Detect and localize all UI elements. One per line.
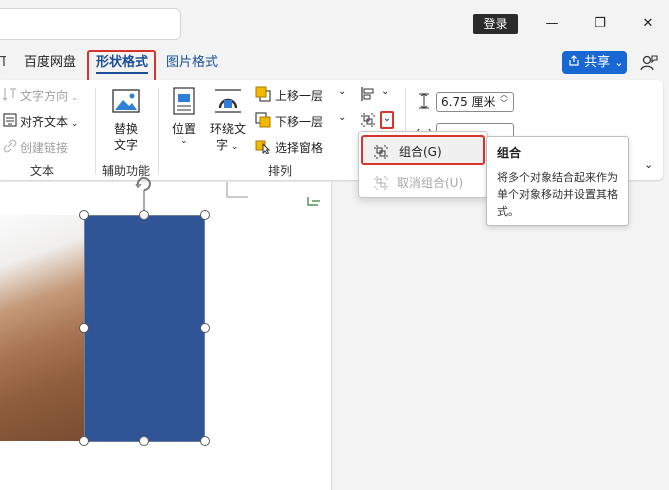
picture-icon	[112, 89, 140, 113]
selection-pane-icon	[255, 140, 271, 154]
resize-handle[interactable]	[139, 436, 149, 446]
wrap-text-button[interactable]: 环绕文 字 ⌄	[208, 86, 250, 156]
wrap-text-icon	[215, 89, 241, 113]
group-dropdown-chevron[interactable]: ⌄	[380, 111, 394, 129]
align-text-icon	[3, 113, 17, 127]
text-direction-label: 文字方向	[20, 89, 69, 103]
chevron-down-icon[interactable]: ⌄	[338, 86, 346, 97]
text-direction-icon	[2, 88, 16, 101]
chevron-down-icon: ⌄	[614, 56, 624, 69]
resize-handle[interactable]	[200, 210, 210, 220]
group-divider	[158, 88, 159, 174]
alt-text-label-1: 替换	[114, 122, 139, 136]
maximize-button[interactable]: ❐	[588, 12, 612, 36]
menu-item-ungroup-label: 取消组合(U)	[397, 176, 464, 190]
align-icon[interactable]	[360, 86, 376, 102]
text-group-label: 文本	[30, 164, 55, 178]
link-icon	[3, 139, 17, 153]
resize-handle[interactable]	[200, 323, 210, 333]
alt-text-label-2: 文字	[114, 138, 139, 152]
align-text-label: 对齐文本	[20, 115, 69, 129]
tab-cutoff[interactable]: T	[0, 52, 6, 78]
chevron-down-icon[interactable]: ⌄	[381, 86, 389, 97]
menu-item-group-label: 组合(G)	[399, 145, 442, 159]
tooltip-title: 组合	[497, 146, 522, 160]
create-link-button[interactable]: 创建链接	[20, 139, 68, 156]
send-backward-icon	[255, 112, 271, 128]
bring-forward-button[interactable]: 上移一层	[275, 87, 323, 104]
chevron-down-icon[interactable]: ⌄	[338, 112, 346, 123]
document-gray-margin	[331, 182, 669, 490]
layout-options-icon[interactable]	[306, 195, 322, 209]
tab-baidu-netdisk[interactable]: 百度网盘	[24, 52, 76, 78]
resize-handle[interactable]	[79, 323, 89, 333]
photo-image[interactable]	[0, 215, 84, 441]
minimize-button[interactable]: —	[540, 12, 564, 36]
tab-picture-format[interactable]: 图片格式	[166, 52, 218, 78]
send-backward-button[interactable]: 下移一层	[275, 113, 323, 130]
position-button[interactable]: 位置 ⌄	[166, 86, 202, 156]
title-bar: 登录 — ❐ ✕	[0, 0, 669, 48]
wrap-text-label-1: 环绕文	[210, 122, 247, 136]
resize-handle[interactable]	[139, 210, 149, 220]
group-tooltip: 组合 将多个对象结合起来作为单个对象移动并设置其格式。	[486, 136, 629, 226]
selection-pane-button[interactable]: 选择窗格	[275, 139, 323, 156]
alt-text-button[interactable]: 替换 文字	[104, 86, 148, 156]
height-spinner[interactable]: ︿ ﹀	[500, 90, 508, 108]
resize-handle[interactable]	[79, 210, 89, 220]
ungroup-objects-icon	[374, 176, 388, 190]
resize-handle[interactable]	[200, 436, 210, 446]
share-button[interactable]: 共享 ⌄	[562, 51, 627, 74]
resize-handle[interactable]	[79, 436, 89, 446]
align-text-button[interactable]: 对齐文本 ⌄	[20, 113, 78, 130]
person-feedback-icon[interactable]	[640, 54, 658, 72]
position-icon	[173, 87, 195, 115]
search-box[interactable]	[0, 8, 181, 40]
ribbon-collapse-chevron-icon[interactable]: ⌄	[644, 158, 653, 171]
group-objects-icon[interactable]	[360, 112, 376, 128]
login-button[interactable]: 登录	[473, 14, 518, 34]
text-direction-button[interactable]: 文字方向 ⌄	[20, 87, 78, 104]
tooltip-description: 将多个对象结合起来作为单个对象移动并设置其格式。	[497, 171, 618, 218]
bring-forward-icon	[255, 86, 271, 102]
menu-item-group[interactable]: 组合(G)	[361, 135, 485, 165]
share-icon	[569, 55, 579, 66]
position-label: 位置	[172, 122, 197, 136]
shape-height-icon	[419, 93, 429, 109]
group-objects-icon	[374, 145, 388, 159]
margin-corner-mark	[226, 182, 248, 198]
arrange-group-label: 排列	[268, 164, 293, 178]
close-button[interactable]: ✕	[636, 12, 660, 36]
group-divider	[95, 88, 96, 174]
chevron-down-icon: ⌄	[180, 136, 188, 146]
share-label: 共享	[584, 55, 611, 70]
menu-item-ungroup[interactable]: 取消组合(U)	[361, 168, 485, 198]
wrap-text-label-2: 字 ⌄	[216, 138, 239, 152]
group-dropdown-menu: 组合(G) 取消组合(U)	[358, 131, 488, 198]
blue-rectangle-shape[interactable]	[84, 215, 205, 442]
